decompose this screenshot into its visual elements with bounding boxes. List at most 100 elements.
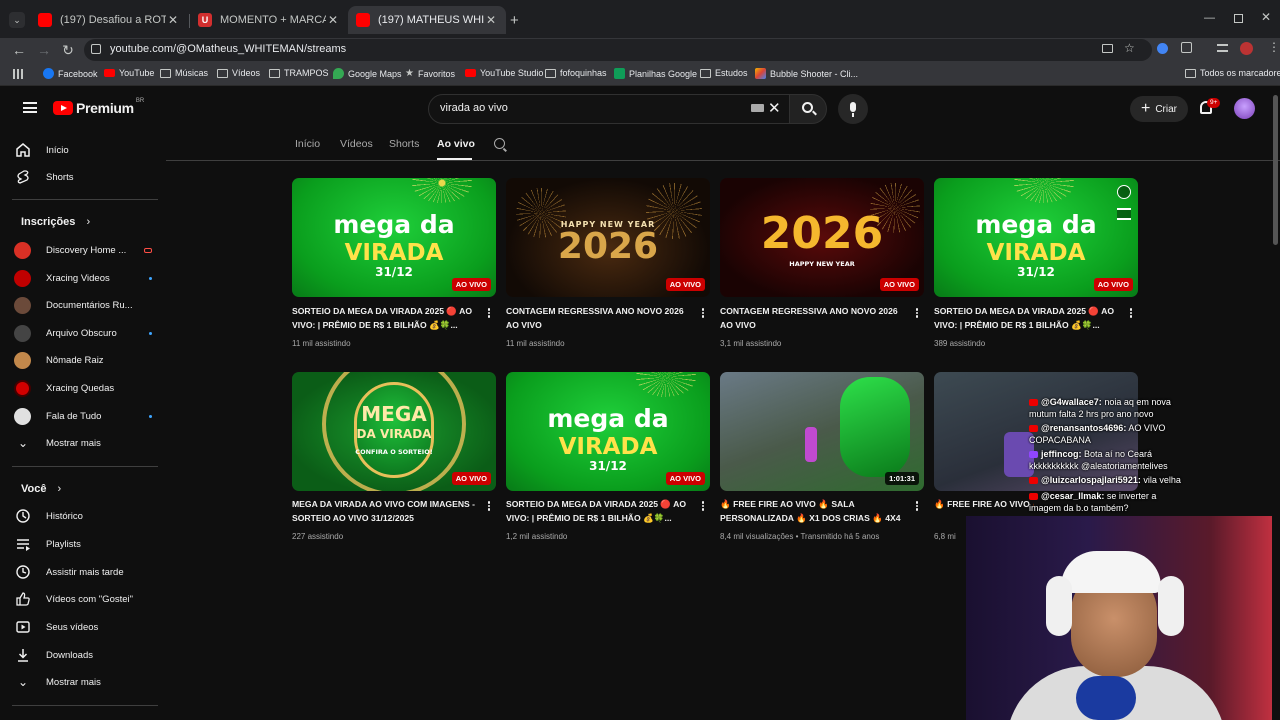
page-scrollbar[interactable]	[1273, 95, 1278, 245]
show-more-you[interactable]: ⌄ Mostrar mais	[14, 670, 152, 694]
bookmark-youtube-studio[interactable]: YouTube Studio	[465, 68, 543, 78]
tab-list-dropdown-icon[interactable]: ⌄	[9, 12, 25, 28]
tab-shorts[interactable]: Shorts	[389, 138, 419, 150]
video-thumbnail[interactable]: mega da VIRADA 31/12 AO VIVO	[934, 178, 1138, 297]
reload-button[interactable]: ↻	[59, 41, 77, 59]
tab-inicio[interactable]: Início	[295, 138, 320, 150]
video-menu-icon[interactable]	[486, 307, 492, 320]
profile-avatar[interactable]	[1240, 42, 1253, 55]
bookmark-folder[interactable]: Músicas	[160, 68, 208, 78]
sidebar-item-assistir-mais-tarde[interactable]: Assistir mais tarde	[14, 560, 152, 584]
close-tab-icon[interactable]: ✕	[166, 13, 180, 27]
bookmark-folder[interactable]: Vídeos	[217, 68, 260, 78]
media-controls-icon[interactable]	[1217, 44, 1228, 52]
show-more-subscriptions[interactable]: ⌄ Mostrar mais	[14, 431, 152, 455]
video-menu-icon[interactable]	[914, 307, 920, 320]
bookmark-google-maps[interactable]: Google Maps	[333, 68, 402, 79]
sidebar-item-inicio[interactable]: Início	[14, 138, 152, 162]
bookmark-youtube[interactable]: YouTube	[104, 68, 154, 78]
sidebar-subscription[interactable]: Xracing Quedas	[14, 376, 152, 400]
video-title[interactable]: SORTEIO DA MEGA DA VIRADA 2025 🔴 AO VIVO…	[934, 305, 1120, 332]
site-info-icon[interactable]	[91, 44, 101, 54]
install-app-icon[interactable]	[1102, 44, 1113, 53]
bookmark-folder[interactable]: Estudos	[700, 68, 748, 78]
headphone-right	[1158, 576, 1184, 636]
bookmark-star-icon[interactable]: ☆	[1124, 41, 1135, 55]
video-title[interactable]: CONTAGEM REGRESSIVA ANO NOVO 2026 AO VIV…	[720, 305, 906, 332]
sidebar-subscription[interactable]: Arquivo Obscuro	[14, 321, 152, 345]
video-thumbnail[interactable]: 2026 HAPPY NEW YEAR AO VIVO	[720, 178, 924, 297]
sidebar-subscription[interactable]: Xracing Videos	[14, 266, 152, 290]
search-button[interactable]	[789, 94, 827, 124]
minimize-button[interactable]: —	[1204, 12, 1215, 24]
bookmark-favoritos[interactable]: ★ Favoritos	[405, 68, 455, 79]
browser-menu-icon[interactable]: ⋮	[1268, 40, 1280, 54]
bookmark-bubble-shooter[interactable]: Bubble Shooter - Cli...	[755, 68, 858, 79]
video-menu-icon[interactable]	[700, 500, 706, 513]
bookmark-folder[interactable]: TRAMPOS	[269, 68, 329, 78]
tab-videos[interactable]: Vídeos	[340, 138, 373, 150]
youtube-logo[interactable]: Premium BR	[53, 98, 144, 116]
bookmark-facebook[interactable]: Facebook	[43, 68, 98, 79]
chat-message: @luizcarlospajlari5921: vila velha	[1029, 474, 1181, 486]
video-thumbnail[interactable]: mega da VIRADA 31/12 AO VIVO	[506, 372, 710, 491]
video-thumbnail[interactable]: 1:01:31	[720, 372, 924, 491]
create-button[interactable]: + Criar	[1130, 96, 1188, 122]
video-meta: 11 mil assistindo	[292, 339, 351, 348]
extensions-icon[interactable]	[1181, 42, 1192, 53]
you-heading[interactable]: Você ›	[21, 483, 61, 495]
browser-tab-active[interactable]: (197) MATHEUS WHITEMAN - Yo ✕	[348, 6, 506, 34]
sidebar-item-historico[interactable]: Histórico	[14, 504, 152, 528]
video-thumbnail[interactable]: HAPPY NEW YEAR 2026 AO VIVO	[506, 178, 710, 297]
guide-menu-icon[interactable]	[23, 102, 37, 113]
watch-later-icon[interactable]	[1117, 185, 1131, 199]
extension-blue-icon[interactable]	[1157, 43, 1168, 54]
sidebar-item-playlists[interactable]: Playlists	[14, 532, 152, 556]
premium-label: Premium	[76, 100, 134, 116]
video-title[interactable]: SORTEIO DA MEGA DA VIRADA 2025 🔴 AO VIVO…	[506, 498, 692, 525]
video-title[interactable]: MEGA DA VIRADA AO VIVO COM IMAGENS - SOR…	[292, 498, 478, 525]
restore-button[interactable]	[1234, 14, 1243, 23]
clear-search-icon[interactable]: ✕	[768, 99, 781, 117]
add-to-queue-icon[interactable]	[1117, 208, 1131, 220]
bookmark-planilhas[interactable]: Planilhas Google	[614, 68, 697, 79]
forward-button[interactable]: →	[35, 41, 53, 59]
apps-grid-icon[interactable]	[13, 69, 23, 79]
video-menu-icon[interactable]	[1128, 307, 1134, 320]
video-menu-icon[interactable]	[700, 307, 706, 320]
account-avatar[interactable]	[1234, 98, 1255, 119]
all-bookmarks[interactable]: Todos os marcadores	[1185, 68, 1280, 78]
video-title[interactable]: SORTEIO DA MEGA DA VIRADA 2025 🔴 AO VIVO…	[292, 305, 478, 332]
sidebar-item-downloads[interactable]: Downloads	[14, 643, 152, 667]
url-text[interactable]: youtube.com/@OMatheus_WHITEMAN/streams	[110, 43, 346, 55]
sidebar-subscription[interactable]: Fala de Tudo	[14, 404, 152, 428]
video-thumbnail[interactable]: MEGA DA VIRADA CONFIRA O SORTEIO! AO VIV…	[292, 372, 496, 491]
sidebar-item-videos-gostei[interactable]: Vídeos com "Gostei"	[14, 587, 152, 611]
sidebar-subscription[interactable]: Nômade Raiz	[14, 348, 152, 372]
keyboard-icon[interactable]	[751, 104, 764, 112]
video-menu-icon[interactable]	[486, 500, 492, 513]
browser-tab[interactable]: U MOMENTO + MARCANTE 2025 ✕	[190, 6, 348, 34]
sidebar-subscription[interactable]: Discovery Home ...	[14, 238, 152, 262]
video-thumbnail[interactable]: mega da VIRADA 31/12 AO VIVO	[292, 178, 496, 297]
voice-search-button[interactable]	[838, 94, 868, 124]
subscriptions-heading[interactable]: Inscrições ›	[21, 216, 90, 228]
live-badge: AO VIVO	[451, 472, 491, 485]
video-title[interactable]: CONTAGEM REGRESSIVA ANO NOVO 2026 AO VIV…	[506, 305, 692, 332]
video-title[interactable]: 🔥 FREE FIRE AO VIVO 🔥 SALA PERSONALIZADA…	[720, 498, 906, 525]
new-tab-button[interactable]: +	[510, 12, 519, 29]
browser-tab[interactable]: (197) Desafiou a ROTA do PARÁ ✕	[30, 6, 188, 34]
video-menu-icon[interactable]	[914, 500, 920, 513]
sidebar-subscription[interactable]: Documentários Ru...	[14, 293, 152, 317]
back-button[interactable]: ←	[10, 41, 28, 59]
bookmark-folder[interactable]: fofoquinhas	[545, 68, 607, 78]
video-title[interactable]: 🔥 FREE FIRE AO VIVO 🔥 SALA PERSO...	[934, 498, 1034, 512]
tab-ao-vivo[interactable]: Ao vivo	[437, 138, 475, 150]
close-tab-icon[interactable]: ✕	[484, 13, 498, 27]
folder-icon	[1185, 68, 1196, 78]
search-query[interactable]: virada ao vivo	[440, 102, 508, 114]
sidebar-item-seus-videos[interactable]: Seus vídeos	[14, 615, 152, 639]
close-tab-icon[interactable]: ✕	[326, 13, 340, 27]
sidebar-item-shorts[interactable]: Shorts	[14, 165, 152, 189]
close-window-button[interactable]: ✕	[1261, 10, 1271, 24]
